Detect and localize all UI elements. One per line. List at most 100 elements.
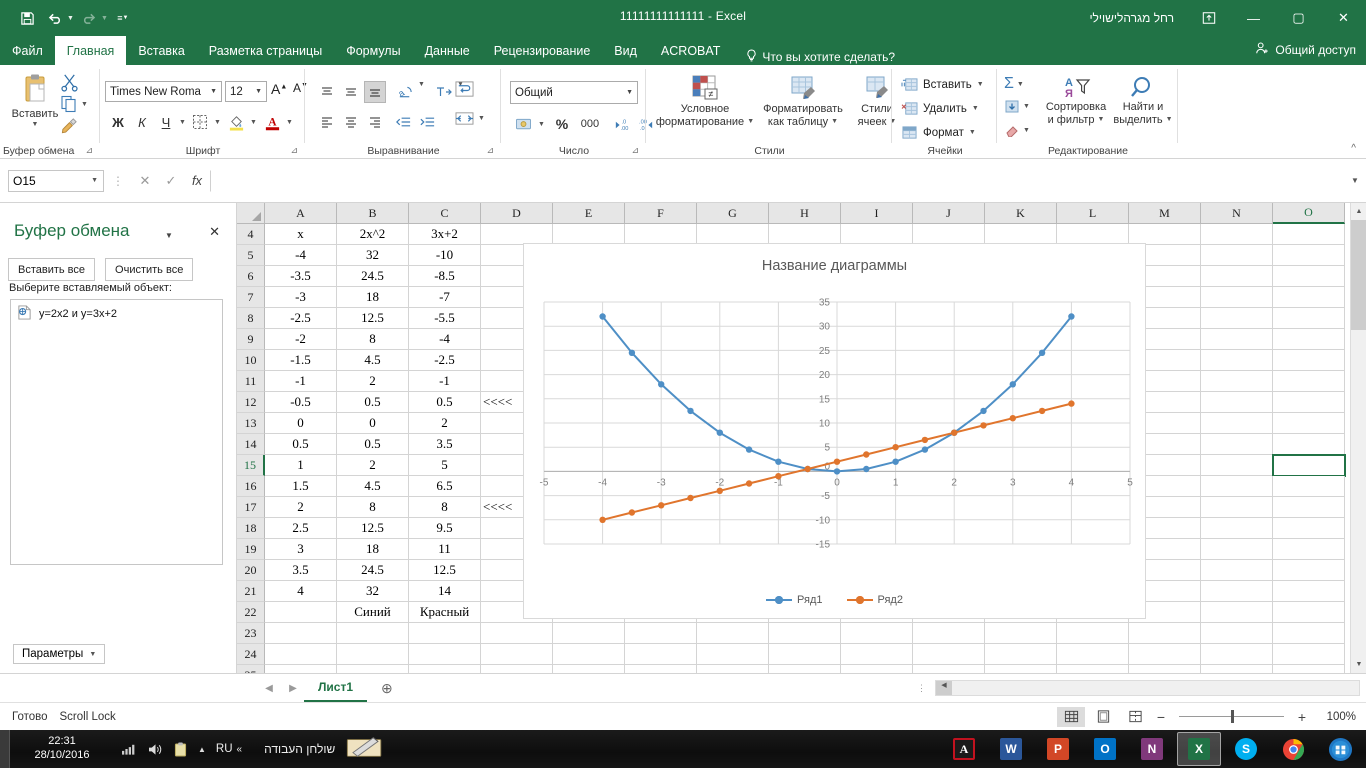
name-box-dropdown-icon[interactable]: ▼ bbox=[91, 177, 98, 184]
cell-A11[interactable]: -1 bbox=[265, 371, 337, 392]
horizontal-split-handle[interactable]: ⋮ bbox=[917, 683, 927, 694]
page-layout-view-icon[interactable] bbox=[1089, 707, 1117, 727]
accounting-format-button[interactable] bbox=[512, 113, 534, 135]
cell-K4[interactable] bbox=[985, 224, 1057, 245]
cell-N17[interactable] bbox=[1201, 497, 1273, 518]
row-header-10[interactable]: 10 bbox=[237, 350, 265, 371]
comma-style-button[interactable]: 000 bbox=[577, 113, 603, 135]
cell-N21[interactable] bbox=[1201, 581, 1273, 602]
cell-C22[interactable]: Красный bbox=[409, 602, 481, 623]
cell-B9[interactable]: 8 bbox=[337, 329, 409, 350]
row-header-16[interactable]: 16 bbox=[237, 476, 265, 497]
increase-decimal-button[interactable]: .0.00 bbox=[610, 113, 632, 135]
column-header-M[interactable]: M bbox=[1129, 203, 1201, 224]
clock[interactable]: 22:31 28/10/2016 bbox=[16, 735, 108, 763]
tab-view[interactable]: Вид bbox=[602, 36, 649, 65]
cell-N23[interactable] bbox=[1201, 623, 1273, 644]
cell-N14[interactable] bbox=[1201, 434, 1273, 455]
find-select-dropdown-icon[interactable]: ▼ bbox=[1166, 116, 1173, 124]
cell-K23[interactable] bbox=[985, 623, 1057, 644]
row-header-8[interactable]: 8 bbox=[237, 308, 265, 329]
cell-B12[interactable]: 0.5 bbox=[337, 392, 409, 413]
cell-C11[interactable]: -1 bbox=[409, 371, 481, 392]
cell-N5[interactable] bbox=[1201, 245, 1273, 266]
scroll-up-icon[interactable]: ▲ bbox=[1351, 203, 1366, 220]
cell-M23[interactable] bbox=[1129, 623, 1201, 644]
cell-O24[interactable] bbox=[1273, 644, 1345, 665]
conditional-formatting-button[interactable]: ≠ Условное форматирование ▼ bbox=[655, 75, 755, 128]
clipboard-dialog-launcher[interactable]: ⊿ bbox=[85, 145, 93, 156]
font-size-combo[interactable]: 12 ▼ bbox=[225, 81, 267, 102]
skype-taskbar-icon[interactable]: S bbox=[1224, 732, 1268, 766]
desktop-toolbar-icon[interactable] bbox=[345, 734, 385, 765]
align-top-button[interactable] bbox=[316, 81, 338, 103]
row-header-17[interactable]: 17 bbox=[237, 497, 265, 518]
row-header-15[interactable]: 15 bbox=[237, 455, 265, 476]
cell-G23[interactable] bbox=[697, 623, 769, 644]
fill-color-button[interactable] bbox=[225, 111, 247, 133]
row-header-22[interactable]: 22 bbox=[237, 602, 265, 623]
cell-J23[interactable] bbox=[913, 623, 985, 644]
column-header-O[interactable]: O bbox=[1273, 203, 1345, 224]
cell-L23[interactable] bbox=[1057, 623, 1129, 644]
sheet-tab-list1[interactable]: Лист1 bbox=[304, 674, 368, 702]
zoom-slider[interactable] bbox=[1179, 710, 1284, 723]
zoom-level[interactable]: 100% bbox=[1314, 711, 1356, 723]
cell-O6[interactable] bbox=[1273, 266, 1345, 287]
cell-M25[interactable] bbox=[1129, 665, 1201, 673]
tray-expand-icon[interactable]: « bbox=[237, 744, 243, 755]
cell-O9[interactable] bbox=[1273, 329, 1345, 350]
cell-A19[interactable]: 3 bbox=[265, 539, 337, 560]
number-format-combo[interactable]: Общий ▼ bbox=[510, 81, 638, 104]
column-header-E[interactable]: E bbox=[553, 203, 625, 224]
copy-dropdown-icon[interactable]: ▼ bbox=[81, 101, 88, 108]
cell-D24[interactable] bbox=[481, 644, 553, 665]
column-header-N[interactable]: N bbox=[1201, 203, 1273, 224]
insert-cells-dropdown-icon[interactable]: ▼ bbox=[977, 81, 984, 88]
font-name-dropdown-icon[interactable]: ▼ bbox=[210, 88, 217, 95]
cell-B16[interactable]: 4.5 bbox=[337, 476, 409, 497]
row-header-5[interactable]: 5 bbox=[237, 245, 265, 266]
cell-O18[interactable] bbox=[1273, 518, 1345, 539]
cell-O25[interactable] bbox=[1273, 665, 1345, 673]
legend-item-series2[interactable]: Ряд2 bbox=[846, 594, 903, 606]
cell-O8[interactable] bbox=[1273, 308, 1345, 329]
zoom-in-button[interactable]: + bbox=[1294, 709, 1310, 725]
underline-button[interactable]: Ч bbox=[155, 111, 177, 133]
cell-A17[interactable]: 2 bbox=[265, 497, 337, 518]
cell-O13[interactable] bbox=[1273, 413, 1345, 434]
cell-D25[interactable] bbox=[481, 665, 553, 673]
vertical-scroll-thumb[interactable] bbox=[1351, 220, 1366, 330]
cell-B13[interactable]: 0 bbox=[337, 413, 409, 434]
cell-A9[interactable]: -2 bbox=[265, 329, 337, 350]
cell-C20[interactable]: 12.5 bbox=[409, 560, 481, 581]
tab-review[interactable]: Рецензирование bbox=[482, 36, 603, 65]
font-color-dropdown-icon[interactable]: ▼ bbox=[286, 119, 293, 126]
paste-button[interactable]: Вставить ▼ bbox=[8, 73, 62, 129]
delete-cells-button[interactable]: Удалить ▼ bbox=[901, 101, 979, 116]
align-left-button[interactable] bbox=[316, 111, 338, 133]
cell-O15[interactable] bbox=[1272, 454, 1346, 477]
cell-C17[interactable]: 8 bbox=[409, 497, 481, 518]
cell-I4[interactable] bbox=[841, 224, 913, 245]
cancel-entry-icon[interactable]: ✕ bbox=[132, 173, 158, 189]
font-name-combo[interactable]: Times New Roma ▼ bbox=[105, 81, 222, 102]
insert-function-icon[interactable]: fx bbox=[184, 173, 210, 188]
page-break-view-icon[interactable] bbox=[1121, 707, 1149, 727]
cell-B4[interactable]: 2x^2 bbox=[337, 224, 409, 245]
cut-button[interactable] bbox=[60, 73, 79, 97]
cell-O17[interactable] bbox=[1273, 497, 1345, 518]
cell-N11[interactable] bbox=[1201, 371, 1273, 392]
cell-A21[interactable]: 4 bbox=[265, 581, 337, 602]
cell-C4[interactable]: 3x+2 bbox=[409, 224, 481, 245]
align-middle-button[interactable] bbox=[340, 81, 362, 103]
row-header-25[interactable]: 25 bbox=[237, 665, 265, 673]
cell-N18[interactable] bbox=[1201, 518, 1273, 539]
cell-A12[interactable]: -0.5 bbox=[265, 392, 337, 413]
cell-C15[interactable]: 5 bbox=[409, 455, 481, 476]
google-chrome-taskbar-icon[interactable] bbox=[1271, 732, 1315, 766]
number-format-dropdown-icon[interactable]: ▼ bbox=[626, 89, 633, 96]
column-header-C[interactable]: C bbox=[409, 203, 481, 224]
microsoft-excel-taskbar-icon[interactable]: X bbox=[1177, 732, 1221, 766]
cell-N6[interactable] bbox=[1201, 266, 1273, 287]
